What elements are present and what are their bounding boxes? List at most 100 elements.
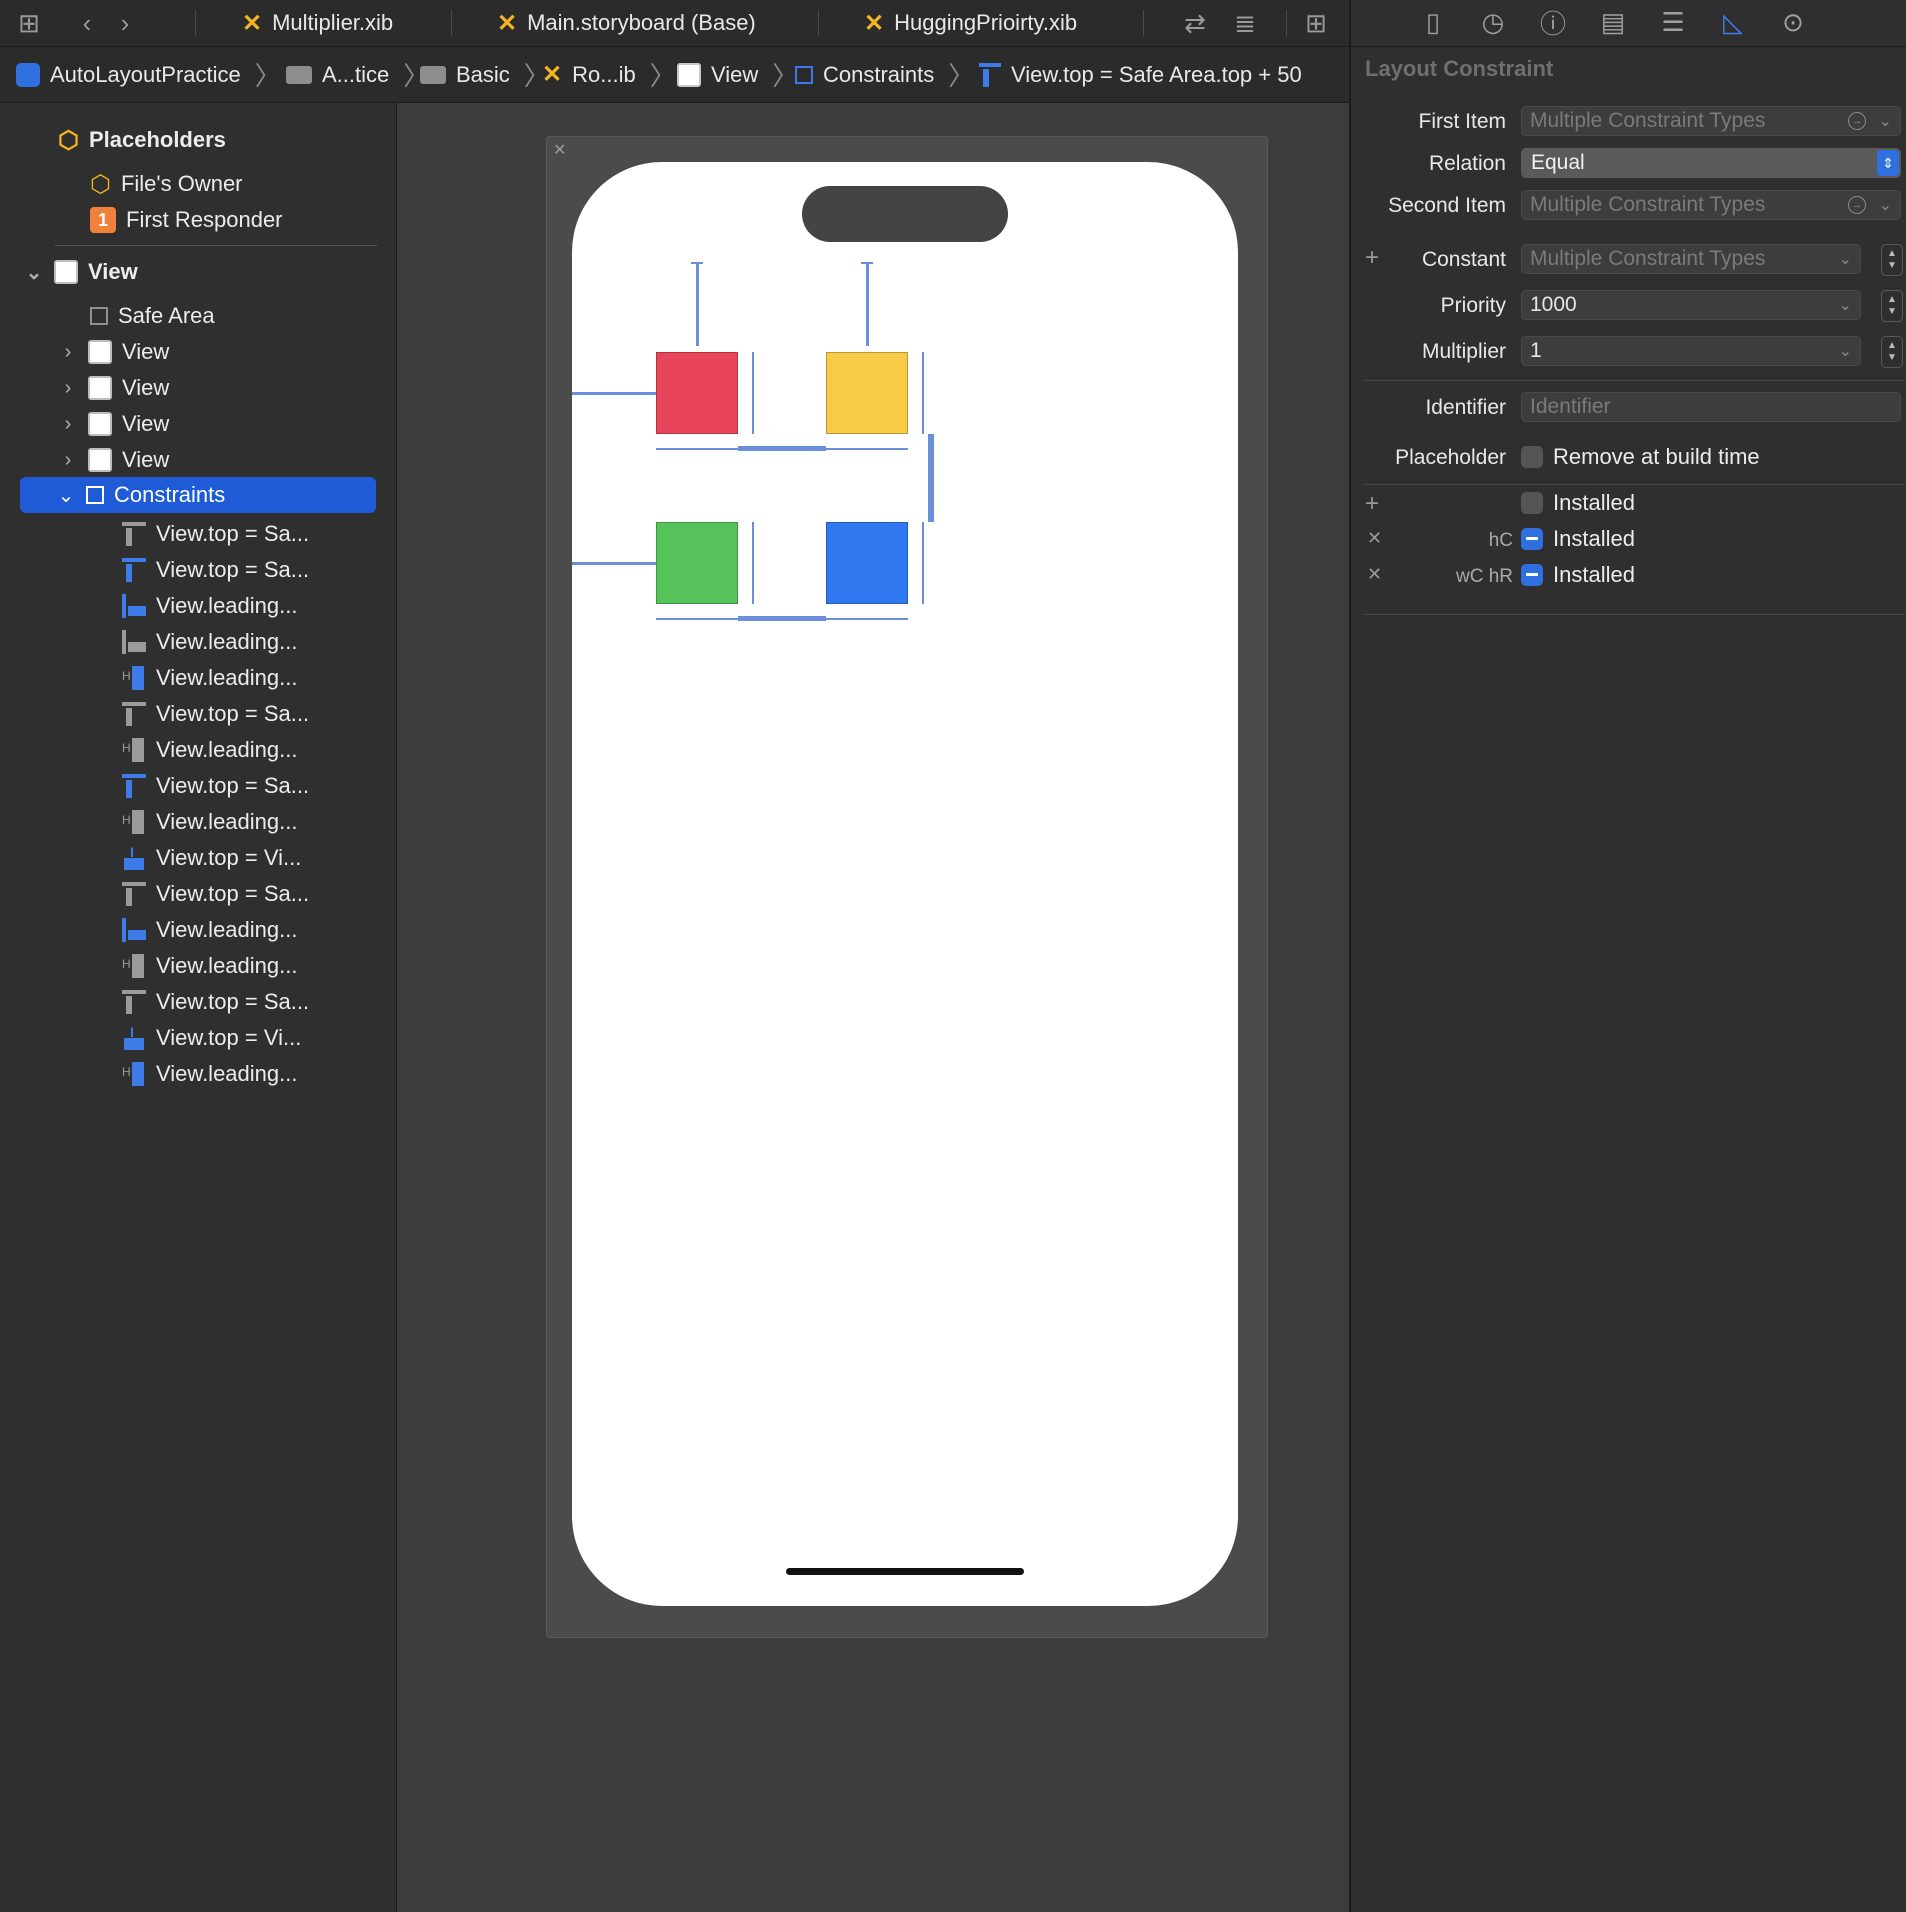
breadcrumb-project[interactable]: AutoLayoutPractice 〉 xyxy=(16,47,281,102)
checkbox-label: Installed xyxy=(1553,490,1635,515)
outline-first-responder[interactable]: 1 First Responder xyxy=(90,203,283,237)
remove-variation-icon[interactable]: ✕ xyxy=(1367,564,1382,585)
breadcrumb-constraints[interactable]: Constraints 〉 xyxy=(795,47,974,102)
chevron-right-icon[interactable]: › xyxy=(58,449,78,472)
outline-constraint-item[interactable]: View.top = Sa... xyxy=(122,769,309,803)
outline-constraint-item[interactable]: View.leading... xyxy=(122,733,297,767)
outline-subview[interactable]: › View xyxy=(58,371,169,405)
breadcrumb-group[interactable]: A...tice 〉 xyxy=(286,47,429,102)
chevron-right-icon[interactable]: › xyxy=(58,341,78,364)
outline-constraint-item[interactable]: View.leading... xyxy=(122,913,297,947)
editor-options-icon[interactable]: ≣ xyxy=(1228,6,1262,40)
breadcrumb-view[interactable]: View 〉 xyxy=(677,47,798,102)
scene-frame[interactable]: ✕ xyxy=(546,136,1268,1638)
add-variation-icon[interactable]: + xyxy=(1365,490,1379,518)
multiplier-stepper[interactable]: ▲ ▼ xyxy=(1881,336,1903,368)
chevron-down-icon[interactable]: ⌄ xyxy=(24,260,44,285)
outline-constraint-item[interactable]: View.leading... xyxy=(122,661,297,695)
horizontal-spacing-line[interactable] xyxy=(738,446,826,451)
installed-checkbox-row[interactable]: Installed xyxy=(1521,526,1635,552)
constant-field[interactable]: Multiple Constraint Types ⌄ xyxy=(1521,244,1861,274)
priority-field[interactable]: 1000 ⌄ xyxy=(1521,290,1861,320)
priority-stepper[interactable]: ▲ ▼ xyxy=(1881,290,1903,322)
checkbox-mixed[interactable] xyxy=(1521,528,1543,550)
vertical-spacing-line[interactable] xyxy=(928,434,934,522)
device-screen[interactable] xyxy=(572,162,1238,1606)
tab-hugging-priority-xib[interactable]: ✕ HuggingPrioirty.xib xyxy=(864,0,1077,46)
outline-constraint-item[interactable]: View.leading... xyxy=(122,589,297,623)
outline-constraint-item[interactable]: View.top = Vi... xyxy=(122,1021,301,1055)
outline-constraint-item[interactable]: View.leading... xyxy=(122,949,297,983)
navigate-arrow-icon[interactable]: → xyxy=(1848,112,1866,130)
remove-variation-icon[interactable]: ✕ xyxy=(1367,528,1382,549)
outline-constraint-item[interactable]: View.top = Sa... xyxy=(122,517,309,551)
attributes-inspector-icon[interactable]: ☰ xyxy=(1655,4,1691,40)
breadcrumb-folder[interactable]: Basic 〉 xyxy=(420,47,550,102)
constant-stepper[interactable]: ▲ ▼ xyxy=(1881,244,1903,276)
outline-subview[interactable]: › View xyxy=(58,443,169,477)
leading-constraint-line[interactable] xyxy=(572,562,656,565)
related-items-icon[interactable]: ⊞ xyxy=(12,6,46,40)
second-item-field[interactable]: Multiple Constraint Types → ⌄ xyxy=(1521,190,1901,220)
outline-constraint-item[interactable]: View.top = Sa... xyxy=(122,985,309,1019)
outline-placeholders[interactable]: ⬡ Placeholders xyxy=(58,123,226,157)
connections-inspector-icon[interactable]: ⊙ xyxy=(1775,4,1811,40)
first-item-field[interactable]: Multiple Constraint Types → ⌄ xyxy=(1521,106,1901,136)
outline-constraint-item[interactable]: View.top = Vi... xyxy=(122,841,301,875)
chevron-down-icon[interactable]: ⌄ xyxy=(56,483,76,508)
identity-inspector-icon[interactable]: ▤ xyxy=(1595,4,1631,40)
outline-constraint-item[interactable]: View.leading... xyxy=(122,625,297,659)
multiplier-field[interactable]: 1 ⌄ xyxy=(1521,336,1861,366)
horizontal-spacing-line[interactable] xyxy=(738,616,826,621)
tab-multiplier-xib[interactable]: ✕ Multiplier.xib xyxy=(242,0,393,46)
size-inspector-icon[interactable]: ◺ xyxy=(1715,4,1751,40)
outline-constraints-selected[interactable]: ⌄ Constraints xyxy=(20,477,376,513)
height-constraint-line[interactable] xyxy=(752,352,754,434)
checkbox-unchecked[interactable] xyxy=(1521,492,1543,514)
navigate-arrow-icon[interactable]: → xyxy=(1848,196,1866,214)
leading-constraint-line[interactable] xyxy=(572,392,656,395)
remove-at-build-checkbox[interactable]: Remove at build time xyxy=(1521,444,1760,470)
identifier-field[interactable]: Identifier xyxy=(1521,392,1901,422)
breadcrumb-file[interactable]: ✕ Ro...ib 〉 xyxy=(542,47,676,102)
height-constraint-line[interactable] xyxy=(752,522,754,604)
height-constraint-line[interactable] xyxy=(922,522,924,604)
outline-subview[interactable]: › View xyxy=(58,407,169,441)
tab-main-storyboard[interactable]: ✕ Main.storyboard (Base) xyxy=(497,0,756,46)
installed-checkbox-row[interactable]: Installed xyxy=(1521,490,1635,516)
blue-view[interactable] xyxy=(826,522,908,604)
back-arrow-icon[interactable]: ‹ xyxy=(70,6,104,40)
file-inspector-icon[interactable]: ▯ xyxy=(1415,4,1451,40)
chevron-right-icon[interactable]: › xyxy=(58,377,78,400)
outline-constraint-item[interactable]: View.top = Sa... xyxy=(122,697,309,731)
breadcrumb-constraint[interactable]: View.top = Safe Area.top + 50 xyxy=(979,47,1302,102)
top-constraint-line[interactable] xyxy=(866,262,869,346)
close-icon[interactable]: ✕ xyxy=(553,140,566,160)
relation-popup[interactable]: Equal ⇕ xyxy=(1521,148,1901,178)
add-editor-icon[interactable]: ⊞ xyxy=(1299,6,1333,40)
checkbox-mixed[interactable] xyxy=(1521,564,1543,586)
outline-constraint-item[interactable]: View.leading... xyxy=(122,1057,297,1091)
top-constraint-line[interactable] xyxy=(696,262,699,346)
constraint-top-gray-icon xyxy=(122,990,146,1014)
green-view[interactable] xyxy=(656,522,738,604)
outline-root-view[interactable]: ⌄ View xyxy=(24,255,138,289)
xib-file-icon: ✕ xyxy=(864,9,885,37)
outline-constraint-item[interactable]: View.leading... xyxy=(122,805,297,839)
forward-arrow-icon[interactable]: › xyxy=(108,6,142,40)
outline-constraint-item[interactable]: View.top = Sa... xyxy=(122,877,309,911)
swap-arrows-icon[interactable]: ⇄ xyxy=(1178,6,1212,40)
checkbox-unchecked[interactable] xyxy=(1521,446,1543,468)
outline-subview[interactable]: › View xyxy=(58,335,169,369)
installed-checkbox-row[interactable]: Installed xyxy=(1521,562,1635,588)
help-inspector-icon[interactable]: ⓘ xyxy=(1535,4,1571,40)
history-inspector-icon[interactable]: ◷ xyxy=(1475,4,1511,40)
interface-builder-canvas[interactable]: ✕ xyxy=(397,103,1348,1912)
chevron-right-icon[interactable]: › xyxy=(58,413,78,436)
height-constraint-line[interactable] xyxy=(922,352,924,434)
outline-constraint-item[interactable]: View.top = Sa... xyxy=(122,553,309,587)
yellow-view[interactable] xyxy=(826,352,908,434)
red-view[interactable] xyxy=(656,352,738,434)
outline-files-owner[interactable]: ⬡ File's Owner xyxy=(90,167,243,201)
outline-safe-area[interactable]: Safe Area xyxy=(90,299,215,333)
